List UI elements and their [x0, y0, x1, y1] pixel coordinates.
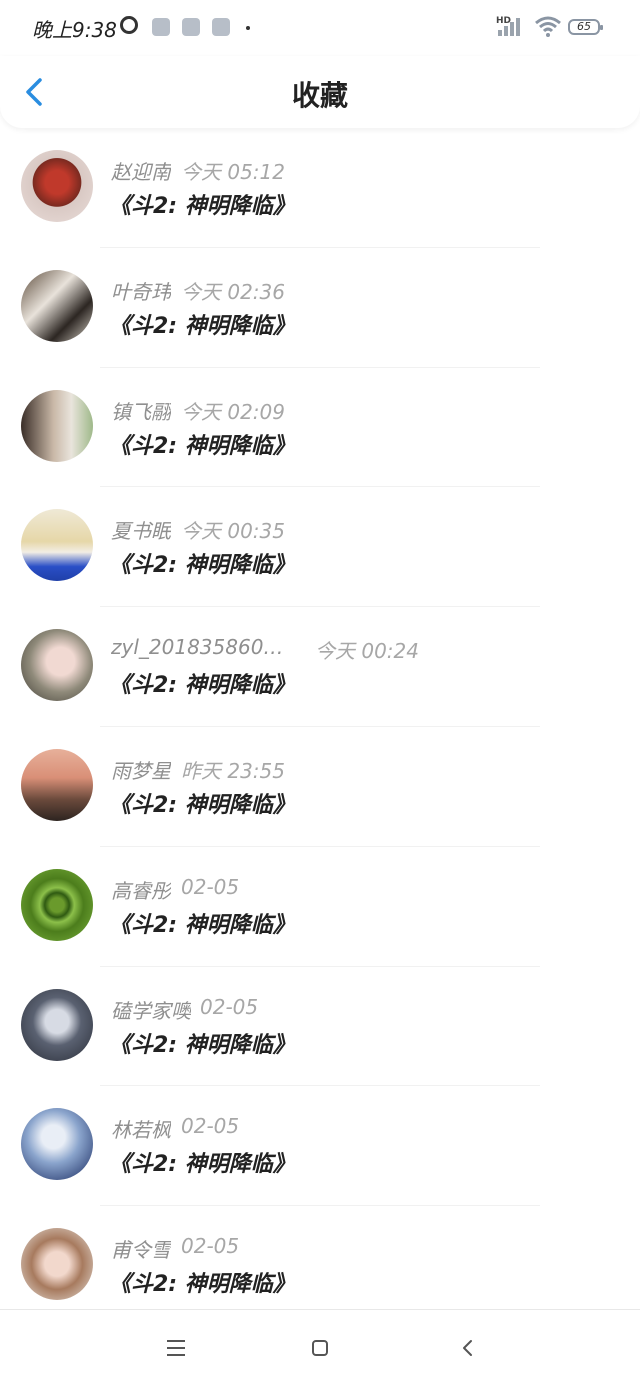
list-item[interactable]: 赵迎南 今天 05:12 《斗2: 神明降临》 [0, 128, 640, 248]
timestamp: 昨天 23:55 [181, 758, 285, 783]
signal-icon [498, 18, 524, 36]
timestamp: 02-05 [181, 1234, 240, 1259]
avatar [21, 1228, 93, 1301]
timestamp: 今天 05:12 [181, 160, 285, 184]
avatar [21, 150, 93, 222]
user-name: 甫令雪 [111, 1238, 171, 1263]
avatar [21, 509, 93, 582]
avatar [21, 629, 93, 702]
work-title: 《斗2: 神明降临》 [109, 673, 295, 699]
alarm-icon [120, 16, 138, 34]
timestamp: 今天 00:24 [315, 639, 419, 664]
list-item[interactable]: 甫令雪 02-05 《斗2: 神明降临》 [0, 1206, 640, 1326]
more-notifications-dot [246, 26, 250, 30]
timestamp: 02-05 [181, 1114, 240, 1139]
user-name: 赵迎南 [111, 160, 171, 184]
work-title: 《斗2: 神明降临》 [109, 553, 295, 579]
user-name: 林若枫 [111, 1118, 171, 1143]
home-icon[interactable] [312, 1340, 328, 1356]
system-nav-bar [0, 1309, 640, 1388]
work-title: 《斗2: 神明降临》 [109, 792, 295, 818]
user-name: 叶奇玮 [111, 279, 171, 304]
timestamp: 02-05 [200, 994, 259, 1019]
work-title: 《斗2: 神明降临》 [109, 433, 295, 459]
timestamp: 今天 02:36 [181, 279, 285, 304]
work-title: 《斗2: 神明降临》 [109, 313, 295, 339]
work-title: 《斗2: 神明降临》 [109, 1272, 295, 1298]
status-time: 晚上9:38 [32, 18, 117, 42]
battery-icon: 65 [568, 19, 603, 35]
list-item[interactable]: 镇飞翮 今天 02:09 《斗2: 神明降临》 [0, 368, 640, 488]
timestamp: 今天 00:35 [181, 519, 285, 544]
user-name: 磕学家噢 [111, 998, 191, 1023]
user-name: 夏书眠 [111, 519, 171, 544]
list-item[interactable]: 夏书眠 今天 00:35 《斗2: 神明降临》 [0, 487, 640, 608]
app-notification-icon [182, 18, 200, 36]
page-title: 收藏 [291, 79, 348, 112]
avatar [21, 748, 93, 821]
work-title: 《斗2: 神明降临》 [109, 1152, 295, 1178]
work-title: 《斗2: 神明降临》 [109, 912, 295, 938]
user-name: 镇飞翮 [111, 399, 171, 424]
avatar [21, 1108, 93, 1181]
list-item[interactable]: 林若枫 02-05 《斗2: 神明降临》 [0, 1086, 640, 1207]
favorites-list: 赵迎南 今天 05:12 《斗2: 神明降临》 叶奇玮 今天 02:36 《斗2… [0, 128, 640, 1326]
work-title: 《斗2: 神明降临》 [109, 194, 295, 219]
header: 收藏 [0, 56, 640, 128]
timestamp: 02-05 [181, 874, 240, 899]
avatar [21, 868, 93, 941]
list-item[interactable]: 高睿彤 02-05 《斗2: 神明降临》 [0, 847, 640, 967]
list-item[interactable]: 磕学家噢 02-05 《斗2: 神明降临》 [0, 967, 640, 1087]
app-notification-icon [152, 18, 170, 36]
menu-icon[interactable] [167, 1340, 185, 1356]
list-item[interactable]: 雨梦星 昨天 23:55 《斗2: 神明降临》 [0, 727, 640, 847]
user-name: zyl_201835860… [111, 635, 284, 660]
status-bar: 晚上9:38 HD 65 [0, 0, 640, 56]
list-item[interactable]: zyl_201835860… 今天 00:24 《斗2: 神明降临》 [0, 607, 640, 727]
user-name: 高睿彤 [111, 878, 171, 903]
nav-back-icon[interactable] [458, 1338, 478, 1358]
avatar [21, 988, 93, 1061]
user-name: 雨梦星 [111, 758, 171, 783]
timestamp: 今天 02:09 [181, 399, 285, 424]
wifi-icon [535, 16, 561, 37]
avatar [21, 389, 93, 462]
work-title: 《斗2: 神明降临》 [109, 1032, 295, 1058]
list-item[interactable]: 叶奇玮 今天 02:36 《斗2: 神明降临》 [0, 248, 640, 368]
avatar [21, 269, 93, 342]
tiktok-icon [212, 18, 230, 36]
